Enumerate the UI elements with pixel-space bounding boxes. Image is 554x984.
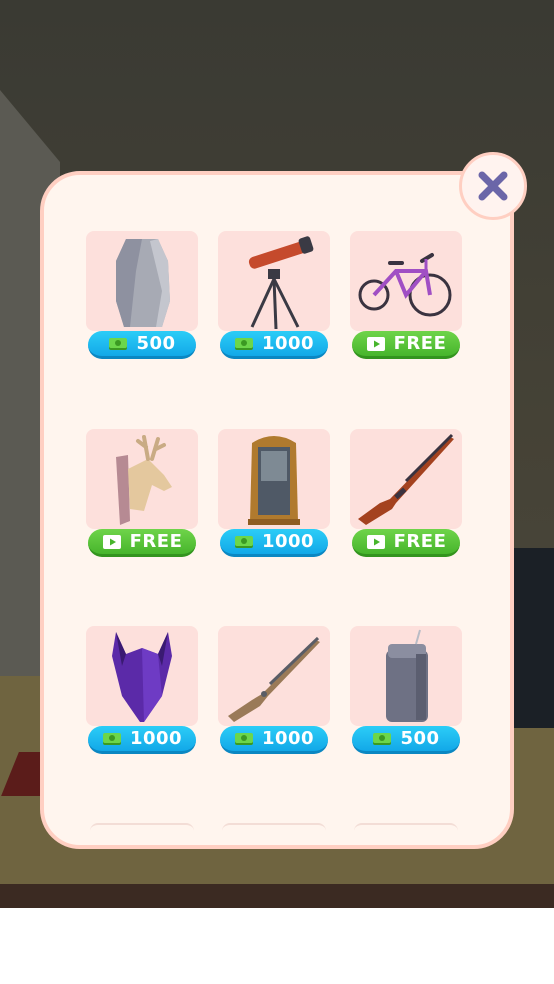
price-label: FREE — [393, 531, 447, 552]
shop-item-grandfather-clock[interactable]: 1000 — [218, 429, 330, 557]
shop-item-vase[interactable]: 500 — [86, 231, 198, 359]
cash-icon — [102, 731, 122, 747]
shop-item-telescope[interactable]: 1000 — [218, 231, 330, 359]
buy-button-coins[interactable]: 1000 — [220, 529, 328, 557]
cash-icon — [372, 731, 392, 747]
shop-item-deer-trophy[interactable]: FREE — [86, 429, 198, 557]
item-thumbnail — [86, 626, 198, 726]
play-video-icon — [366, 534, 386, 550]
next-row-item-edge — [354, 823, 458, 845]
bottom-blank-area — [0, 908, 554, 984]
price-label: 1000 — [261, 333, 315, 354]
price-label: 1000 — [261, 728, 315, 749]
shop-item-rifle[interactable]: FREE — [350, 429, 462, 557]
play-video-icon — [102, 534, 122, 550]
shop-item-thermos[interactable]: 500 — [350, 626, 462, 754]
cash-icon — [108, 336, 128, 352]
rifle-image — [358, 433, 454, 525]
close-icon — [478, 171, 508, 201]
item-thumbnail — [350, 231, 462, 331]
buy-button-coins[interactable]: 500 — [88, 331, 196, 359]
shop-item-bicycle[interactable]: FREE — [350, 231, 462, 359]
play-video-icon — [366, 336, 386, 352]
price-label: 1000 — [129, 728, 183, 749]
buy-button-coins[interactable]: 1000 — [88, 726, 196, 754]
next-row-item-edge — [222, 823, 326, 845]
item-thumbnail — [218, 626, 330, 726]
price-label: 500 — [136, 333, 176, 354]
buy-button-coins[interactable]: 500 — [352, 726, 460, 754]
price-label: FREE — [129, 531, 183, 552]
price-label: 1000 — [261, 531, 315, 552]
next-row-item-edge — [90, 823, 194, 845]
cash-icon — [234, 534, 254, 550]
buy-button-coins[interactable]: 1000 — [220, 331, 328, 359]
item-thumbnail — [86, 429, 198, 529]
bicycle-image — [358, 253, 452, 317]
buy-button-coins[interactable]: 1000 — [220, 726, 328, 754]
item-thumbnail — [350, 626, 462, 726]
free-video-button[interactable]: FREE — [352, 331, 460, 359]
item-thumbnail — [86, 231, 198, 331]
baseboard — [0, 884, 554, 908]
cash-icon — [234, 336, 254, 352]
deer-trophy-image — [116, 435, 172, 525]
item-thumbnail — [218, 231, 330, 331]
price-label: 500 — [400, 728, 440, 749]
tv-screen — [508, 548, 554, 728]
price-label: FREE — [393, 333, 447, 354]
shop-item-musket[interactable]: 1000 — [218, 626, 330, 754]
free-video-button[interactable]: FREE — [352, 529, 460, 557]
grandfather-clock-image — [248, 436, 300, 525]
demon-mask-image — [112, 632, 172, 722]
close-button[interactable] — [459, 152, 527, 220]
thermos-image — [386, 629, 428, 722]
shop-item-demon-mask[interactable]: 1000 — [86, 626, 198, 754]
vase-image — [116, 239, 170, 327]
telescope-image — [248, 236, 314, 330]
item-thumbnail — [350, 429, 462, 529]
item-thumbnail — [218, 429, 330, 529]
free-video-button[interactable]: FREE — [88, 529, 196, 557]
cash-icon — [234, 731, 254, 747]
musket-image — [228, 636, 320, 722]
